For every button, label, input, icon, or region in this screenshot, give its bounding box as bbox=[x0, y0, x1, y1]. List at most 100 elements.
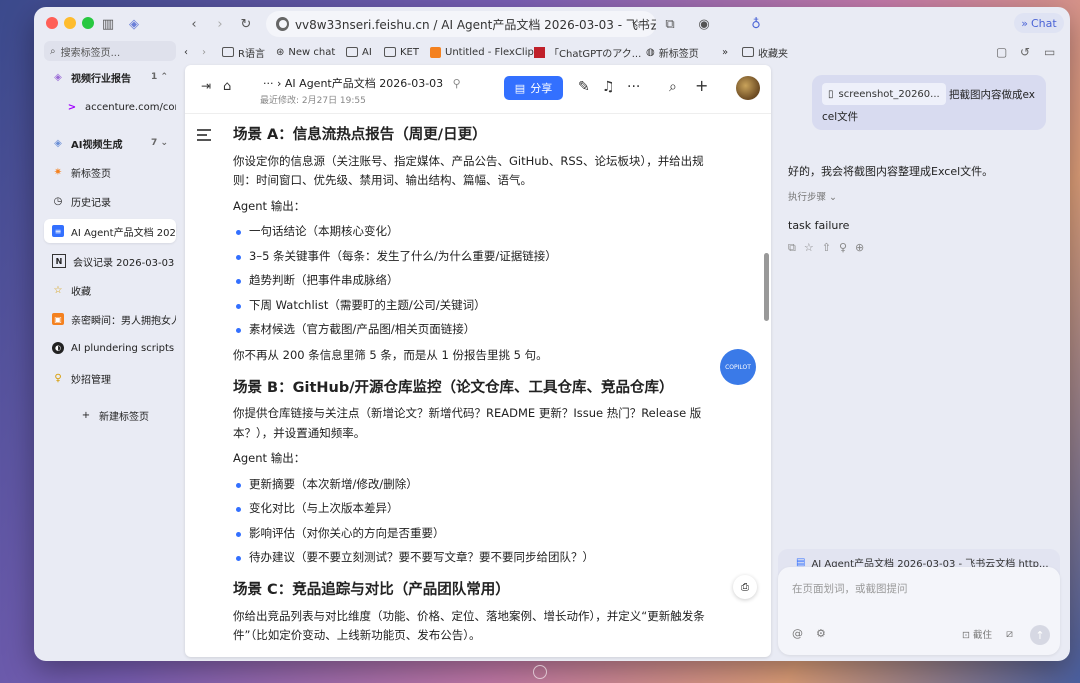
extensions-icon[interactable]: ⧉ bbox=[660, 14, 680, 34]
last-modified: 最近修改: 2月27日 19:55 bbox=[260, 96, 366, 106]
copilot-button[interactable]: COPILOT bbox=[720, 349, 756, 385]
bookmark-ket[interactable]: KET bbox=[384, 43, 419, 61]
bookmark-back-icon[interactable]: ‹ bbox=[184, 43, 188, 61]
section-c-title: 场景 C：竞品追踪与对比（产品团队常用） bbox=[233, 582, 510, 599]
download-icon[interactable]: ⊕ bbox=[855, 241, 864, 255]
pin-icon[interactable]: ⚲ bbox=[453, 77, 461, 90]
url-text: vv8w33nseri.feishu.cn / AI Agent产品文档 202… bbox=[294, 17, 656, 32]
sidebar-toggle-icon[interactable]: ▥ bbox=[98, 14, 118, 34]
file-icon: ▯ bbox=[828, 88, 834, 100]
tab-favorites[interactable]: ☆ 收藏 bbox=[44, 278, 176, 302]
list-item: 趋势判断（把事件串成脉络） bbox=[236, 271, 713, 291]
list-item: 影响评估（对你关心的方向是否重要） bbox=[236, 524, 713, 544]
help-icon[interactable]: ⎙ bbox=[733, 575, 757, 599]
doc-icon: ≡ bbox=[52, 225, 64, 237]
bell-icon[interactable]: ♫ bbox=[602, 79, 615, 95]
chatgpt-icon: ⊛ bbox=[276, 46, 285, 58]
steps-toggle[interactable]: 执行步骤 ⌄ bbox=[788, 189, 837, 203]
star-icon[interactable]: ☆ bbox=[627, 14, 647, 34]
site-info-icon[interactable] bbox=[276, 17, 289, 31]
layers-icon[interactable]: ◈ bbox=[124, 14, 144, 34]
history-icon: ◷ bbox=[53, 195, 63, 207]
star-icon[interactable]: ☆ bbox=[804, 241, 814, 255]
search-icon: ⌕ bbox=[50, 45, 56, 57]
outline-icon[interactable] bbox=[197, 129, 211, 144]
tab-intimate-moment[interactable]: ▣ 亲密瞬间：男人拥抱女人... bbox=[44, 307, 176, 331]
tab-history[interactable]: ◷ 历史记录 bbox=[44, 189, 176, 213]
bookmark-new-chat[interactable]: ⊛ New chat bbox=[276, 43, 335, 61]
zoom-window-button[interactable] bbox=[82, 17, 94, 29]
tab-ai-plundering[interactable]: ◐ AI plundering scripts po... bbox=[44, 336, 176, 360]
list-item: 变化对比（与上次版本差异） bbox=[236, 499, 713, 519]
document-scrollbar[interactable] bbox=[764, 253, 769, 321]
layers-icon: ◈ bbox=[54, 71, 62, 83]
screenshot-button[interactable]: ⊡ 截住 bbox=[962, 627, 992, 641]
bookmarks-overflow-icon[interactable]: » bbox=[722, 43, 728, 61]
chat-input[interactable]: 在页面划词，或截图提问 @ ⚙ ⊡ 截住 ⧄ ↑ bbox=[778, 567, 1060, 655]
layers-icon: ◈ bbox=[54, 137, 62, 149]
chat-button[interactable]: » Chat bbox=[1014, 13, 1064, 33]
close-window-button[interactable] bbox=[46, 17, 58, 29]
document-header: ⇥ ⌂ ··· › AI Agent产品文档 2026-03-03 ⚲ 最近修改… bbox=[185, 65, 771, 114]
attachment-chip[interactable]: ▯ screenshot_20260... bbox=[822, 83, 946, 105]
section-b-title: 场景 B：GitHub/开源仓库监控（论文仓库、工具仓库、竞品仓库） bbox=[233, 379, 674, 396]
new-tab-button[interactable]: + 新建标签页 bbox=[44, 403, 176, 427]
section-a-summary: 你不再从 200 条信息里筛 5 条，而是从 1 份报告里挑 5 句。 bbox=[233, 348, 548, 363]
doc-share-icon: ▤ bbox=[514, 81, 526, 95]
page-title[interactable]: AI Agent产品文档 2026-03-03 bbox=[285, 77, 443, 90]
list-item: 下周 Watchlist（需要盯的主题/公司/关键词） bbox=[236, 296, 713, 316]
back-icon[interactable]: ‹ bbox=[184, 14, 204, 34]
bulb-icon[interactable]: ♀ bbox=[839, 241, 847, 255]
profile-icon[interactable]: ◉ bbox=[694, 14, 714, 34]
bookmark-flexclip[interactable]: Untitled - FlexClip bbox=[430, 43, 534, 61]
bookmark-r[interactable]: R语言 bbox=[222, 43, 265, 61]
add-icon[interactable]: + bbox=[695, 76, 708, 95]
minimize-window-button[interactable] bbox=[64, 17, 76, 29]
bookmark-forward-icon[interactable]: › bbox=[202, 43, 206, 61]
send-button[interactable]: ↑ bbox=[1030, 625, 1050, 645]
share-icon[interactable]: ⇧ bbox=[822, 241, 831, 255]
plus-icon: + bbox=[81, 409, 91, 421]
search-icon[interactable]: ⌕ bbox=[669, 79, 677, 95]
crop-icon[interactable]: ⧄ bbox=[1006, 627, 1013, 641]
doc-icon: ▤ bbox=[796, 556, 806, 568]
tab-ai-agent-doc[interactable]: ≡ AI Agent产品文档 2026... bbox=[44, 219, 176, 243]
forward-icon[interactable]: › bbox=[210, 14, 230, 34]
bookmark-chatgpt[interactable]: 「ChatGPTのアク... bbox=[534, 43, 641, 61]
bookmark-newtab[interactable]: ◍ 新标签页 bbox=[646, 43, 699, 61]
dock-indicator bbox=[533, 665, 547, 679]
outline-toggle-icon[interactable]: ⇥ bbox=[201, 79, 211, 93]
avatar[interactable] bbox=[736, 76, 760, 100]
star-icon: ☆ bbox=[53, 284, 63, 296]
share-button[interactable]: ▤ 分享 bbox=[504, 76, 563, 100]
tab-new-tab[interactable]: ✷ 新标签页 bbox=[44, 160, 176, 184]
reload-icon[interactable]: ↻ bbox=[236, 14, 256, 34]
tab-group-video-report[interactable]: ◈ 视频行业报告 1 ⌃ bbox=[44, 65, 176, 89]
tab-meeting-notes[interactable]: N 会议记录 2026-03-03 | I... bbox=[44, 249, 176, 273]
chrome-icon: ◍ bbox=[646, 46, 655, 58]
tab-search-input[interactable]: ⌕ 搜索标签页... bbox=[44, 41, 176, 61]
tab-group-ai-video[interactable]: ◈ AI视频生成 7 ⌄ bbox=[44, 131, 176, 155]
tab-accenture[interactable]: > accenture.com/cont... bbox=[44, 95, 176, 119]
browser-window: ▥ ◈ ‹ › ↻ vv8w33nseri.feishu.cn / AI Age… bbox=[34, 7, 1070, 661]
edit-icon[interactable]: ✎ bbox=[578, 79, 590, 95]
more-options-icon[interactable]: ··· bbox=[627, 79, 640, 95]
mention-icon[interactable]: @ bbox=[792, 627, 803, 640]
tab-sidebar: ⌕ 搜索标签页... ◈ 视频行业报告 1 ⌃ > accenture.com/… bbox=[40, 41, 180, 651]
site-icon: ◐ bbox=[52, 342, 64, 354]
assistant-icon[interactable]: ♁ bbox=[746, 14, 766, 34]
folder-icon bbox=[222, 47, 234, 57]
home-icon[interactable]: ⌂ bbox=[223, 79, 231, 94]
document-body: 场景 A：信息流热点报告（周更/日更） 你设定你的信息源（关注账号、指定媒体、产… bbox=[233, 123, 713, 652]
address-bar[interactable]: vv8w33nseri.feishu.cn / AI Agent产品文档 202… bbox=[266, 11, 656, 37]
copy-icon[interactable]: ⧉ bbox=[788, 241, 796, 255]
assistant-reply: 好的，我会将截图内容整理成Excel文件。 bbox=[788, 165, 994, 178]
settings-icon[interactable]: ⚙ bbox=[816, 627, 826, 640]
breadcrumb: ··· › AI Agent产品文档 2026-03-03 ⚲ bbox=[263, 77, 461, 90]
list-item: 3–5 条关键事件（每条：发生了什么/为什么重要/证据链接） bbox=[236, 247, 713, 267]
more-icon[interactable]: ··· bbox=[263, 77, 277, 90]
bookmark-ai[interactable]: AI bbox=[346, 43, 372, 61]
tab-tips[interactable]: ♀ 妙招管理 bbox=[44, 366, 176, 390]
bulb-icon: ♀ bbox=[54, 372, 62, 384]
accenture-icon: > bbox=[67, 101, 77, 113]
